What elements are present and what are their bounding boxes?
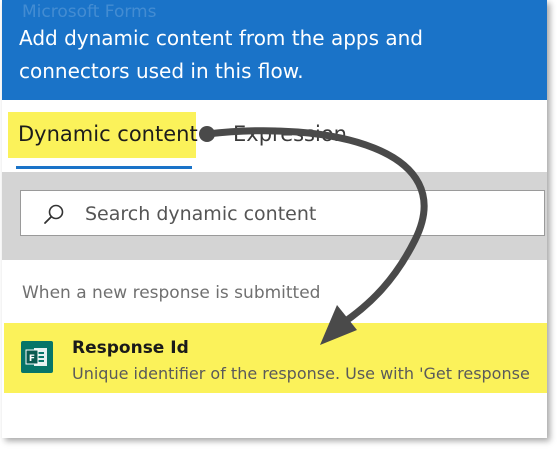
list-item-response-id[interactable]: F Response Id Unique identifier of the r…: [4, 323, 547, 393]
header-message: Add dynamic content from the apps and co…: [19, 26, 423, 83]
header-ghost-title: Microsoft Forms: [22, 2, 157, 22]
forms-glyph: F: [25, 348, 47, 366]
microsoft-forms-icon: F: [21, 341, 53, 373]
svg-text:F: F: [29, 354, 35, 364]
tab-selected-indicator: [16, 166, 192, 169]
dynamic-content-panel: Microsoft Forms Add dynamic content from…: [2, 0, 547, 438]
tab-dynamic-content-label: Dynamic content: [18, 122, 198, 146]
section-label: When a new response is submitted: [22, 283, 321, 303]
item-title: Response Id: [72, 338, 189, 358]
search-placeholder: Search dynamic content: [85, 203, 317, 225]
search-input[interactable]: Search dynamic content: [20, 190, 545, 236]
tab-expression[interactable]: Expression: [233, 122, 347, 146]
item-description: Unique identifier of the response. Use w…: [72, 364, 530, 383]
panel-header: Microsoft Forms Add dynamic content from…: [2, 0, 547, 100]
tab-dynamic-content[interactable]: Dynamic content: [8, 112, 198, 158]
search-icon: [44, 204, 64, 224]
